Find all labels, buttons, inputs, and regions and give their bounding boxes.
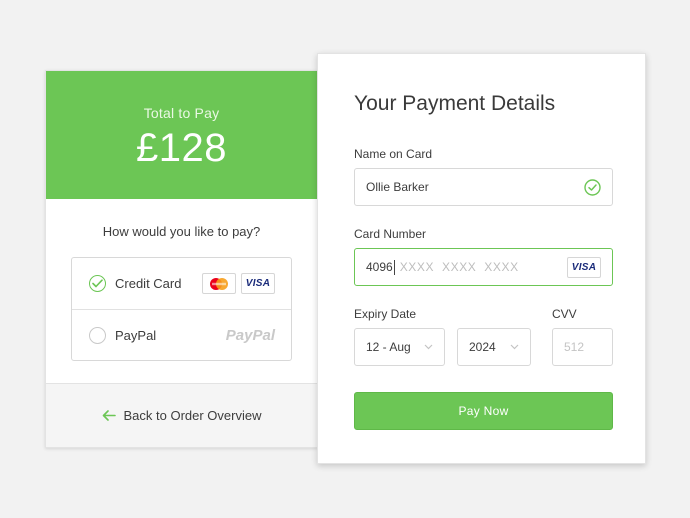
arrow-left-icon <box>102 410 116 421</box>
card-number-placeholder: XXXX XXXX XXXX <box>399 260 519 274</box>
visa-icon: VISA <box>567 256 601 278</box>
payment-details-card: Your Payment Details Name on Card Ollie … <box>317 53 646 464</box>
name-on-card-input[interactable]: Ollie Barker <box>354 168 613 206</box>
payment-method-question: How would you like to pay? <box>102 224 261 239</box>
expiry-date-label: Expiry Date <box>354 307 417 321</box>
visa-logo-text: VISA <box>571 261 597 273</box>
total-header: Total to Pay £128 <box>46 71 317 199</box>
expiry-year-value: 2024 <box>469 340 496 354</box>
visa-icon: VISA <box>241 273 275 294</box>
visa-logo-text: VISA <box>245 278 271 289</box>
order-summary-card: Total to Pay £128 How would you like to … <box>45 70 318 448</box>
payment-method-list: Credit Card VISA PayPal PayPal <box>71 257 292 361</box>
mastercard-icon <box>202 273 236 294</box>
cvv-label: CVV <box>552 307 577 321</box>
back-link-label: Back to Order Overview <box>123 408 262 423</box>
valid-check-icon <box>584 178 601 196</box>
payment-option-paypal[interactable]: PayPal PayPal <box>72 309 291 360</box>
back-to-order-link[interactable]: Back to Order Overview <box>46 383 317 447</box>
name-on-card-value: Ollie Barker <box>366 180 429 194</box>
text-caret <box>393 259 395 275</box>
total-amount: £128 <box>136 126 227 170</box>
expiry-year-select[interactable]: 2024 <box>457 328 531 366</box>
chevron-down-icon <box>424 344 433 350</box>
expiry-month-value: 12 - Aug <box>366 340 411 354</box>
card-number-value: 4096 <box>366 260 393 274</box>
chevron-down-icon <box>510 344 519 350</box>
total-label: Total to Pay <box>143 105 220 121</box>
paypal-logo: PayPal <box>225 326 275 344</box>
cvv-placeholder: 512 <box>564 340 585 354</box>
form-title: Your Payment Details <box>354 92 556 115</box>
card-logos: VISA <box>202 273 275 294</box>
card-number-input[interactable]: 4096 XXXX XXXX XXXX VISA <box>354 248 613 286</box>
radio-unchecked-icon[interactable] <box>89 326 106 344</box>
pay-now-button[interactable]: Pay Now <box>354 392 613 430</box>
name-on-card-label: Name on Card <box>354 147 433 161</box>
card-number-label: Card Number <box>354 227 427 241</box>
cvv-input[interactable]: 512 <box>552 328 613 366</box>
check-circle-icon[interactable] <box>89 275 106 292</box>
payment-option-credit-card[interactable]: Credit Card VISA <box>72 258 291 309</box>
payment-option-label: PayPal <box>115 327 157 343</box>
expiry-month-select[interactable]: 12 - Aug <box>354 328 445 366</box>
payment-option-label: Credit Card <box>115 276 182 291</box>
